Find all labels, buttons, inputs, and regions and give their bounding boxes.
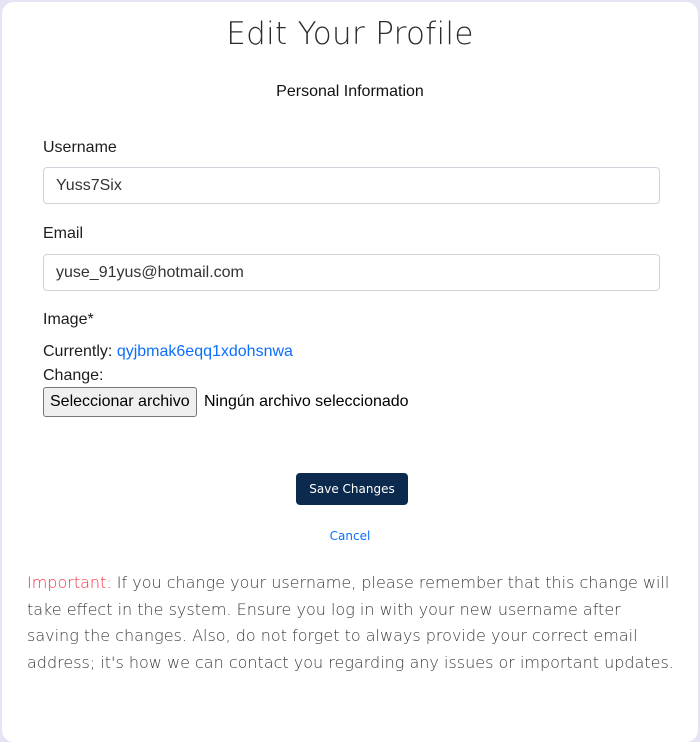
cancel-link: Cancel (2, 529, 698, 543)
username-input[interactable] (43, 167, 660, 204)
username-label: Username (43, 139, 117, 156)
change-label: Change: (43, 367, 104, 384)
current-image-line: Currently: qyjbmak6eqq1xdohsnwa (43, 343, 293, 361)
choose-file-button[interactable]: Seleccionar archivo (43, 387, 197, 417)
image-label: Image* (43, 311, 94, 328)
notice-text: If you change your username, please reme… (27, 573, 674, 672)
important-notice: Important: If you change your username, … (27, 570, 677, 676)
currently-label: Currently: (43, 343, 113, 360)
profile-card: Edit Your Profile Personal Information U… (2, 2, 698, 742)
email-input[interactable] (43, 254, 660, 291)
section-title: Personal Information (276, 83, 424, 100)
current-image-link[interactable]: qyjbmak6eqq1xdohsnwa (117, 343, 293, 360)
email-label: Email (43, 225, 84, 242)
file-status-text: Ningún archivo seleccionado (204, 393, 409, 410)
important-prefix: Important: (27, 573, 112, 592)
cancel-link-anchor[interactable]: Cancel (330, 529, 371, 543)
save-changes-button[interactable]: Save Changes (296, 473, 408, 505)
page-title: Edit Your Profile (226, 16, 474, 52)
